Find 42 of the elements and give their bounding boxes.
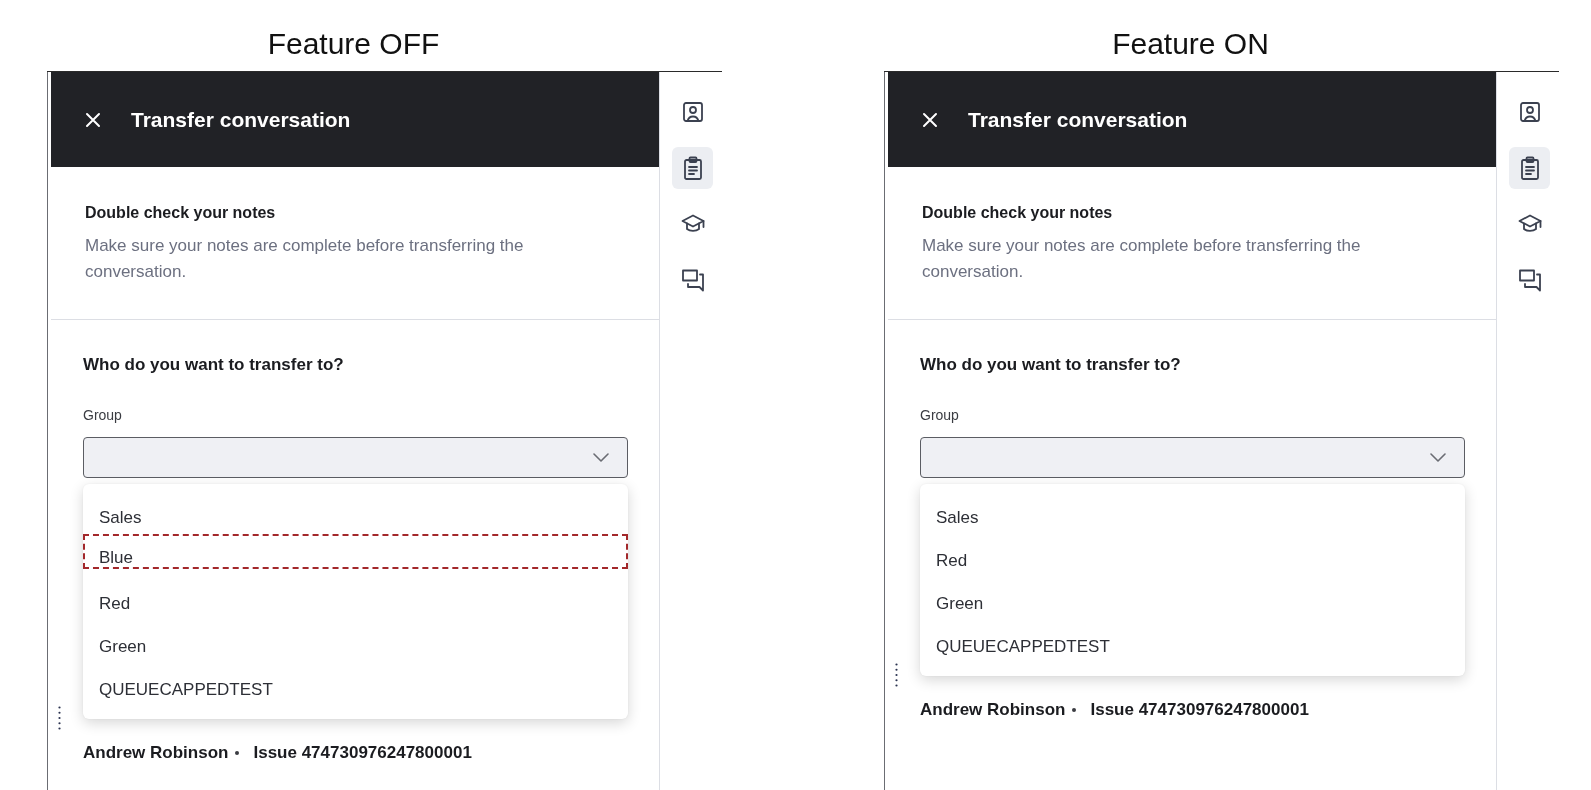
chat-bubbles-icon [1517,268,1542,292]
panel-caption: Feature ON [1112,27,1269,61]
customer-name: Andrew Robinson [83,743,229,763]
menu-option[interactable]: Red [920,539,1465,582]
panel-title: Transfer conversation [131,106,351,133]
bullet-icon [235,751,240,755]
issue-number: Issue 474730976247800001 [253,743,472,763]
section-description: Make sure your notes are complete before transferring the conversation. [85,235,525,283]
field-label: Group [83,406,122,424]
menu-option[interactable]: QUEUECAPPEDTEST [83,668,628,711]
drag-handle-icon[interactable] [58,706,61,730]
menu-option[interactable]: Green [83,625,628,668]
section-description: Make sure your notes are complete before transferring the conversation. [922,235,1362,283]
question-label: Who do you want to transfer to? [83,355,344,375]
bullet-icon [1072,708,1077,712]
issue-number: Issue 474730976247800001 [1090,700,1309,720]
group-select[interactable] [920,437,1465,478]
person-card-icon [680,100,705,124]
chevron-down-icon [1430,453,1446,462]
chevron-down-icon [593,453,609,462]
sidebar-tab[interactable] [1509,147,1550,189]
customer-name: Andrew Robinson [920,700,1066,720]
close-icon [922,111,938,128]
menu-option[interactable]: Green [920,582,1465,625]
close-icon [85,111,101,128]
drag-handle-icon[interactable] [895,663,898,687]
close-button[interactable] [85,111,101,128]
panel-caption: Feature OFF [267,27,440,61]
close-button[interactable] [922,111,938,128]
panel-title: Transfer conversation [968,106,1188,133]
menu-option[interactable]: Blue [83,534,628,569]
section-heading: Double check your notes [85,203,276,223]
field-label: Group [920,406,959,424]
chat-bubbles-icon [680,268,705,292]
menu-option[interactable]: QUEUECAPPEDTEST [920,625,1465,668]
section-heading: Double check your notes [922,203,1113,223]
group-select[interactable] [83,437,628,478]
question-label: Who do you want to transfer to? [920,355,1181,375]
menu-option[interactable]: Red [83,582,628,625]
person-card-icon [1517,100,1542,124]
menu-option[interactable]: Sales [920,496,1465,539]
sidebar-tab[interactable] [672,147,713,189]
